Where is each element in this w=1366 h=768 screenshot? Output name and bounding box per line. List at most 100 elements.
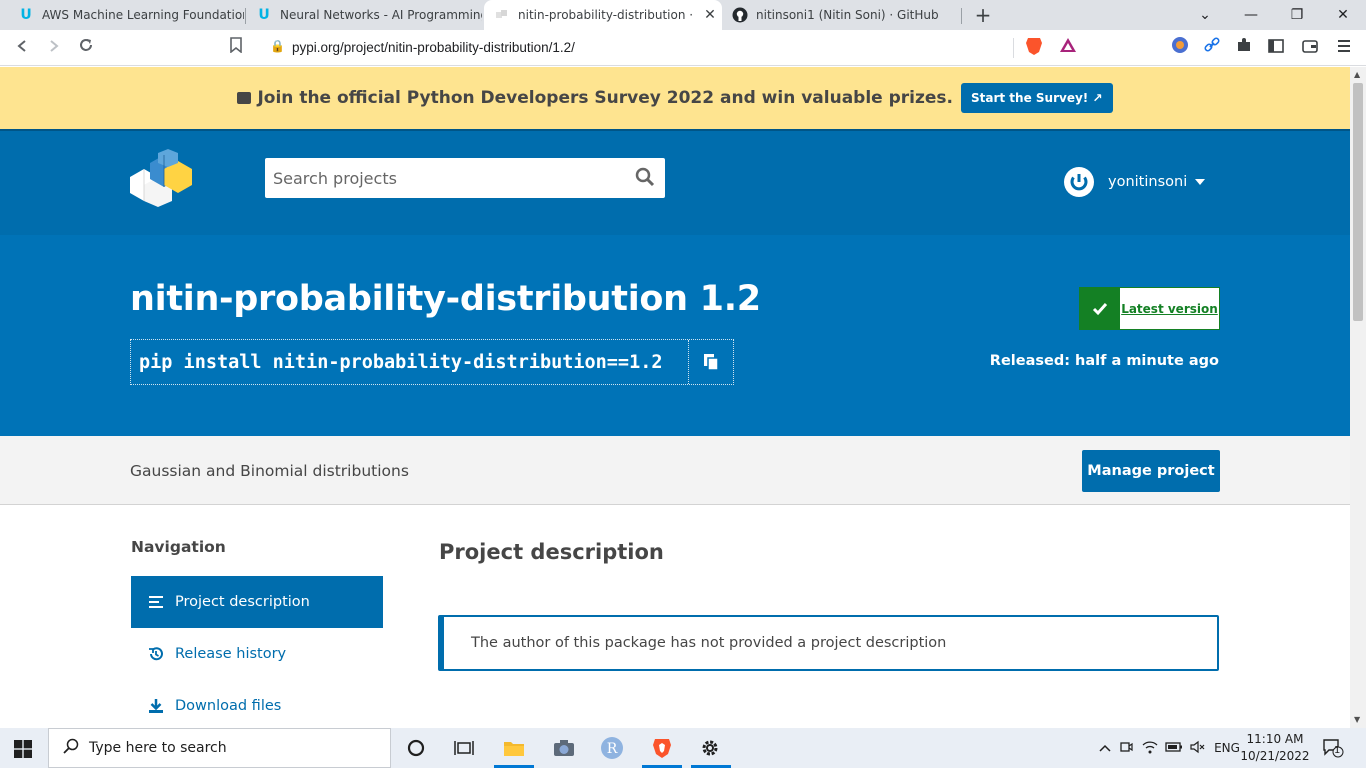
pypi-icon [494,7,510,23]
language-indicator[interactable]: ENG [1210,741,1244,755]
menu-icon[interactable] [1332,36,1356,60]
close-tab-icon[interactable]: ✕ [698,7,722,23]
user-menu[interactable]: yonitinsoni [1062,165,1206,199]
search-box [265,158,665,198]
svg-text:R: R [607,741,618,757]
taskbar-search-placeholder: Type here to search [89,740,227,756]
list-icon [147,596,165,608]
close-window-button[interactable]: ✕ [1320,0,1366,30]
tab-github[interactable]: nitinsoni1 (Nitin Soni) · GitHub [722,0,960,30]
taskbar-search-box[interactable]: Type here to search [48,728,391,768]
scroll-up-arrow-icon[interactable]: ▲ [1354,70,1360,79]
nav-item-project-description[interactable]: Project description [131,576,383,628]
camera-icon[interactable] [552,736,576,760]
file-explorer-icon[interactable] [502,736,526,760]
browser-tab-strip: U AWS Machine Learning Foundations · U N… [0,0,1366,30]
tab-title: AWS Machine Learning Foundations · [42,8,244,22]
start-survey-button[interactable]: Start the Survey! ↗ [961,83,1113,113]
nav-item-label: Release history [175,646,287,662]
wallet-icon[interactable] [1298,36,1322,60]
nav-item-label: Project description [175,594,310,610]
project-description-heading: Project description [439,540,664,564]
scrollbar-thumb[interactable] [1353,83,1363,321]
tab-pypi-active[interactable]: nitin-probability-distribution · PyPI ✕ [484,0,722,30]
tray-chevron-up-icon[interactable] [1096,741,1114,755]
comment-icon [237,92,252,104]
nav-item-download-files[interactable]: Download files [131,680,383,732]
search-icon[interactable] [635,167,655,191]
notification-center-button[interactable]: 1 [1322,728,1344,768]
windows-start-icon[interactable] [14,740,32,762]
survey-banner: Join the official Python Developers Surv… [0,67,1350,129]
system-clock[interactable]: 11:10 AM 10/21/2022 [1240,731,1310,765]
windows-taskbar: Type here to search R ENG 11:10 AM 10/21… [0,728,1366,768]
brave-shields-icon[interactable] [1022,36,1046,60]
cortana-icon[interactable] [404,736,428,760]
notification-count: 1 [1334,745,1341,756]
r-app-icon[interactable]: R [600,736,624,760]
site-header: yonitinsoni [0,129,1350,235]
lock-icon: 🔒 [270,39,285,53]
task-view-icon[interactable] [452,736,476,760]
tab-separator [961,8,962,24]
survey-message: Join the official Python Developers Surv… [237,88,953,108]
new-tab-button[interactable]: + [972,4,994,26]
extension-circle-icon[interactable] [1168,36,1192,60]
history-icon [147,646,165,662]
nav-item-release-history[interactable]: Release history [131,628,383,680]
minimize-button[interactable]: — [1228,0,1274,30]
copy-button[interactable] [688,340,733,384]
brave-rewards-icon[interactable] [1056,36,1080,60]
clock-time: 11:10 AM [1246,732,1304,746]
latest-version-badge[interactable]: Latest version [1079,287,1220,330]
check-icon [1080,288,1120,329]
reload-button[interactable] [74,36,98,60]
navigation-heading: Navigation [131,538,226,556]
volume-muted-icon[interactable] [1186,740,1210,757]
forward-button[interactable] [42,36,66,60]
restore-button[interactable]: ❐ [1274,0,1320,30]
meet-now-icon[interactable] [1114,740,1138,757]
tab-title: Neural Networks - AI Programming w [280,8,482,22]
page-scrollbar[interactable]: ▲ ▼ [1350,67,1366,728]
download-icon [147,698,165,714]
browser-toolbar: 🔒 pypi.org/project/nitin-probability-dis… [0,30,1366,66]
survey-button-label: Start the Survey! [971,91,1089,105]
package-summary: Gaussian and Binomial distributions [130,462,409,480]
latest-version-link[interactable]: Latest version [1120,288,1219,329]
release-date: Released: half a minute ago [989,353,1219,369]
tab-search-chevron-icon[interactable]: ⌄ [1182,0,1228,30]
tab-title: nitinsoni1 (Nitin Soni) · GitHub [756,8,939,22]
search-icon [63,738,79,758]
package-title: nitin-probability-distribution 1.2 [130,279,761,319]
urlbar-divider [1013,38,1014,58]
link-extension-icon[interactable] [1200,36,1224,60]
search-input[interactable] [265,158,625,198]
caret-down-icon [1195,179,1206,185]
pypi-logo[interactable] [130,149,196,207]
pip-command-box: pip install nitin-probability-distributi… [130,339,734,385]
back-button[interactable] [10,36,34,60]
username: yonitinsoni [1108,174,1188,190]
tab-aws-ml-foundations[interactable]: U AWS Machine Learning Foundations · [8,0,244,30]
pip-command: pip install nitin-probability-distributi… [139,351,663,373]
copy-icon [704,354,719,371]
manage-project-button[interactable]: Manage project [1082,450,1220,492]
tab-neural-networks[interactable]: U Neural Networks - AI Programming w [246,0,482,30]
package-hero: nitin-probability-distribution 1.2 pip i… [0,235,1350,436]
wifi-icon[interactable] [1138,740,1162,757]
no-description-callout: The author of this package has not provi… [438,615,1219,671]
settings-gear-icon[interactable] [698,736,722,760]
package-summary-bar: Gaussian and Binomial distributions Mana… [0,436,1350,505]
tab-title: nitin-probability-distribution · PyPI [518,8,698,22]
avatar [1062,165,1096,199]
address-bar[interactable]: 🔒 pypi.org/project/nitin-probability-dis… [258,34,1084,62]
nav-item-label: Download files [175,698,282,714]
sidebar-icon[interactable] [1264,36,1288,60]
scroll-down-arrow-icon[interactable]: ▼ [1354,715,1360,724]
extensions-puzzle-icon[interactable] [1232,36,1256,60]
battery-icon[interactable] [1162,741,1186,755]
bookmark-icon[interactable] [224,36,248,60]
clock-date: 10/21/2022 [1240,749,1310,763]
brave-browser-icon[interactable] [650,736,674,760]
